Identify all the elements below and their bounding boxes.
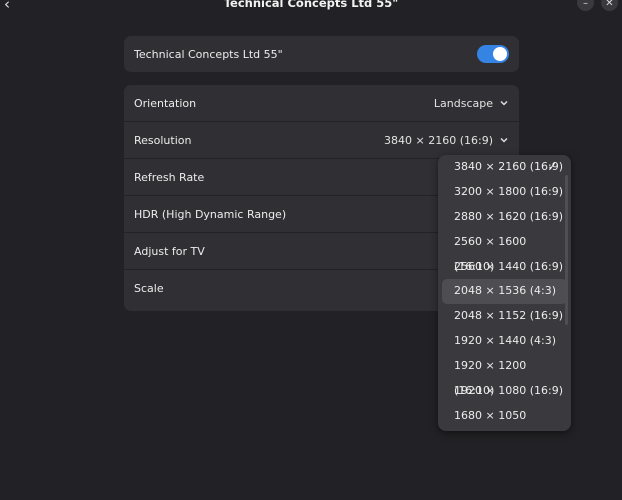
resolution-option[interactable]: 1920 × 1080 (16:9) — [442, 379, 567, 404]
resolution-option[interactable]: 1680 × 1050 (16:10) — [442, 404, 567, 429]
display-enable-toggle[interactable] — [477, 45, 509, 63]
resolution-option[interactable]: 2560 × 1440 (16:9) — [442, 255, 567, 280]
resolution-option[interactable]: 3840 × 2160 (16:9) ✓ — [442, 155, 567, 180]
resolution-row[interactable]: Resolution 3840 × 2160 (16:9) — [124, 122, 519, 159]
popover-scrollbar[interactable] — [565, 175, 568, 325]
toggle-knob — [493, 47, 507, 61]
resolution-option[interactable]: 3200 × 1800 (16:9) — [442, 180, 567, 205]
resolution-option-list: 3840 × 2160 (16:9) ✓ 3200 × 1800 (16:9) 288… — [438, 155, 571, 431]
resolution-option[interactable]: 2880 × 1620 (16:9) — [442, 205, 567, 230]
display-toggle-card: Technical Concepts Ltd 55" — [124, 36, 519, 72]
resolution-label: Resolution — [134, 133, 192, 147]
resolution-option-label: 1680 × 1050 (16:10) — [454, 408, 527, 422]
resolution-option[interactable]: 1600 × 1200 (5:4) — [442, 429, 567, 431]
display-toggle-row: Technical Concepts Ltd 55" — [124, 36, 519, 72]
resolution-option-label: 3840 × 2160 (16:9) — [454, 160, 563, 173]
resolution-popover: 3840 × 2160 (16:9) ✓ 3200 × 1800 (16:9) 288… — [438, 155, 571, 431]
resolution-option-label: 1920 × 1440 (4:3) — [454, 334, 556, 348]
resolution-option-label: 2048 × 1152 (16:9) — [454, 309, 563, 323]
chevron-down-icon — [500, 137, 508, 143]
resolution-option[interactable]: 1920 × 1440 (4:3) — [442, 329, 567, 354]
resolution-option-label: 2048 × 1536 (4:3) — [454, 284, 556, 298]
orientation-row[interactable]: Orientation Landscape — [124, 85, 519, 122]
orientation-label: Orientation — [134, 96, 197, 110]
check-icon: ✓ — [547, 160, 557, 173]
orientation-value: Landscape — [433, 96, 493, 110]
resolution-option-label: 2560 × 1440 (16:9) — [454, 259, 563, 273]
resolution-option[interactable]: 2560 × 1600 (16:10) — [442, 230, 567, 273]
resolution-option-label: 1920 × 1080 (16:9) — [454, 384, 563, 398]
title-bar: ‹ Technical Concepts Ltd 55" – ✕ — [0, 0, 622, 16]
resolution-option[interactable]: 2048 × 1152 (16:9) — [442, 304, 567, 329]
display-name-label: Technical Concepts Ltd 55" — [134, 47, 283, 61]
resolution-option[interactable]: 2048 × 1536 (4:3) — [442, 279, 567, 305]
resolution-value: 3840 × 2160 (16:9) — [384, 133, 493, 147]
chevron-down-icon — [500, 100, 508, 106]
window-title: Technical Concepts Ltd 55" — [223, 0, 399, 10]
resolution-option[interactable]: 1920 × 1200 (16:10) — [442, 354, 567, 397]
resolution-option-label: 2880 × 1620 (16:9) — [454, 209, 563, 223]
resolution-option-label: 3200 × 1800 (16:9) — [454, 184, 563, 198]
